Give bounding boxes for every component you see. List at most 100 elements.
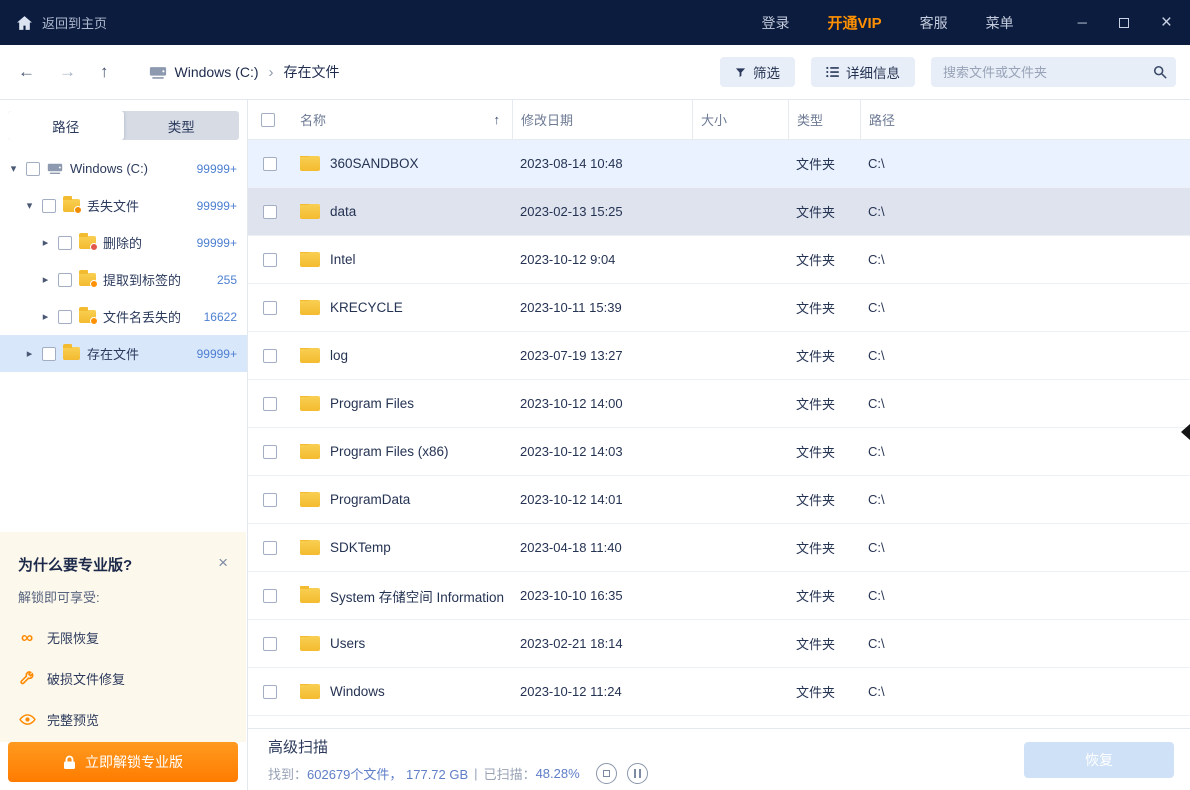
table-row[interactable]: KRECYCLE 2023-10-11 15:39 文件夹 C:\ [248,284,1190,332]
unlock-pro-label: 立即解锁专业版 [85,752,183,772]
name-lost-badge [90,317,98,325]
tree-checkbox[interactable] [58,236,72,250]
tree-checkbox[interactable] [58,310,72,324]
table-row[interactable]: data 2023-02-13 15:25 文件夹 C:\ [248,188,1190,236]
promo-feature-label: 破损文件修复 [47,669,125,688]
tree-checkbox[interactable] [26,162,40,176]
sidebar-item-deleted[interactable]: ▸ 删除的 99999+ [0,224,247,261]
row-checkbox[interactable] [263,349,277,363]
sidebar-item-name-lost[interactable]: ▸ 文件名丢失的 16622 [0,298,247,335]
deleted-badge [90,243,98,251]
menu-button[interactable]: 菜单 [986,13,1014,33]
sidebar-tabs: 路径 类型 [8,111,239,140]
column-header-date[interactable]: 修改日期 [512,100,692,139]
file-list: 名称 ↑ 修改日期 大小 类型 路径 360SANDBOX 2023-08-14… [248,100,1190,728]
table-row[interactable]: ProgramData 2023-10-12 14:01 文件夹 C:\ [248,476,1190,524]
row-checkbox[interactable] [263,445,277,459]
deleted-folder-icon [79,236,96,249]
breadcrumb-drive[interactable]: Windows (C:) [175,64,259,80]
tree-checkbox[interactable] [58,273,72,287]
table-row[interactable]: Users 2023-02-21 18:14 文件夹 C:\ [248,620,1190,668]
search-input[interactable] [931,57,1176,87]
forward-arrow-button[interactable]: → [59,62,76,82]
row-checkbox[interactable] [263,637,277,651]
scan-title: 高级扫描 [268,736,648,757]
sidebar-item-lost-files[interactable]: ▾ 丢失文件 99999+ [0,187,247,224]
tree-checkbox[interactable] [42,199,56,213]
main-panel: 名称 ↑ 修改日期 大小 类型 路径 360SANDBOX 2023-08-14… [248,100,1190,790]
drive-icon [47,162,63,175]
eye-icon [18,711,36,729]
tab-path[interactable]: 路径 [8,111,124,140]
table-row[interactable]: Program Files (x86) 2023-10-12 14:03 文件夹… [248,428,1190,476]
table-row[interactable]: System 存储空间 Information 2023-10-10 16:35… [248,572,1190,620]
file-type: 文件夹 [788,538,860,557]
close-button[interactable]: × [1161,12,1172,34]
promo-close-icon[interactable]: × [218,554,228,571]
details-button-label: 详细信息 [846,62,900,82]
row-checkbox[interactable] [263,685,277,699]
file-path: C:\ [860,300,1190,315]
back-arrow-button[interactable]: ← [18,62,35,82]
open-vip-button[interactable]: 开通VIP [827,12,881,33]
caret-right-icon[interactable]: ▸ [40,310,51,323]
filter-button[interactable]: 筛选 [720,57,795,87]
sidebar-item-tagged[interactable]: ▸ 提取到标签的 255 [0,261,247,298]
promo-feature: ∞ 无限恢复 [18,628,228,647]
table-row[interactable]: Program Files 2023-10-12 14:00 文件夹 C:\ [248,380,1190,428]
customer-service-button[interactable]: 客服 [920,13,948,33]
sidebar-item-existing-files[interactable]: ▸ 存在文件 99999+ [0,335,247,372]
row-checkbox[interactable] [263,253,277,267]
table-row[interactable]: Windows 2023-10-12 11:24 文件夹 C:\ [248,668,1190,716]
back-to-home-button[interactable]: 返回到主页 [16,13,107,32]
row-checkbox[interactable] [263,589,277,603]
row-checkbox[interactable] [263,541,277,555]
file-date: 2023-08-14 10:48 [512,156,692,171]
caret-right-icon[interactable]: ▸ [40,236,51,249]
tree-label: 提取到标签的 [103,270,181,289]
caret-right-icon[interactable]: ▸ [24,347,35,360]
pause-scan-button[interactable] [627,763,648,784]
panel-collapse-handle[interactable] [1181,424,1190,440]
column-header-size[interactable]: 大小 [692,100,788,139]
tree-count: 255 [217,273,237,287]
column-header-type[interactable]: 类型 [788,100,860,139]
promo-title: 为什么要专业版? [18,554,132,575]
column-header-name[interactable]: 名称 ↑ [292,100,512,139]
unlock-pro-button[interactable]: 立即解锁专业版 [8,742,238,782]
folder-icon [300,588,320,603]
recover-button[interactable]: 恢复 [1024,742,1174,778]
sidebar-item-windows-c[interactable]: ▾ Windows (C:) 99999+ [0,150,247,187]
table-row[interactable]: Intel 2023-10-12 9:04 文件夹 C:\ [248,236,1190,284]
breadcrumb-folder[interactable]: 存在文件 [284,62,340,82]
details-button[interactable]: 详细信息 [811,57,915,87]
file-path: C:\ [860,156,1190,171]
maximize-icon [1119,18,1129,28]
sort-ascending-icon[interactable]: ↑ [494,112,501,127]
login-button[interactable]: 登录 [761,13,789,33]
lost-files-folder-icon [63,199,80,212]
table-row[interactable]: SDKTemp 2023-04-18 11:40 文件夹 C:\ [248,524,1190,572]
select-all-checkbox[interactable] [261,113,275,127]
caret-down-icon[interactable]: ▾ [24,199,35,212]
row-checkbox[interactable] [263,205,277,219]
tree-count: 99999+ [197,199,237,213]
maximize-button[interactable] [1119,18,1129,28]
tab-type[interactable]: 类型 [124,111,240,140]
up-arrow-button[interactable]: ↑ [100,62,109,82]
table-row[interactable]: 360SANDBOX 2023-08-14 10:48 文件夹 C:\ [248,140,1190,188]
row-checkbox[interactable] [263,157,277,171]
table-row[interactable]: log 2023-07-19 13:27 文件夹 C:\ [248,332,1190,380]
row-checkbox[interactable] [263,397,277,411]
minimize-button[interactable]: ─ [1078,15,1087,30]
tree-label: 存在文件 [87,344,139,363]
stop-scan-button[interactable] [596,763,617,784]
caret-right-icon[interactable]: ▸ [40,273,51,286]
file-date: 2023-02-21 18:14 [512,636,692,651]
column-header-path[interactable]: 路径 [860,100,1190,139]
row-checkbox[interactable] [263,493,277,507]
file-date: 2023-07-19 13:27 [512,348,692,363]
row-checkbox[interactable] [263,301,277,315]
caret-down-icon[interactable]: ▾ [8,162,19,175]
tree-checkbox[interactable] [42,347,56,361]
